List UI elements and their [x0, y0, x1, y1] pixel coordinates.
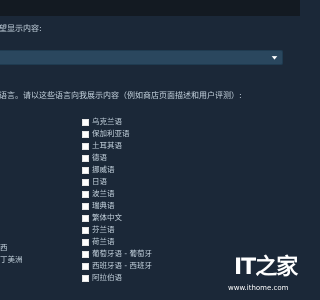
- language-checkbox[interactable]: [82, 250, 89, 258]
- language-checkbox[interactable]: [82, 274, 89, 282]
- language-option[interactable]: 波兰语: [82, 188, 115, 200]
- language-checkbox[interactable]: [82, 118, 89, 126]
- language-option[interactable]: 芬兰语: [82, 224, 115, 236]
- language-checkbox[interactable]: [82, 142, 89, 150]
- language-option[interactable]: 瑞典语: [82, 200, 115, 212]
- chevron-down-icon: [271, 56, 278, 60]
- language-label: 葡萄牙语 - 葡萄牙: [92, 249, 152, 258]
- language-label: 阿拉伯语: [92, 273, 122, 282]
- language-option[interactable]: 土耳其语: [82, 140, 122, 152]
- left-column-language-label: 西: [0, 243, 8, 252]
- language-checkbox[interactable]: [82, 130, 89, 138]
- language-checkbox[interactable]: [82, 166, 89, 174]
- watermark-url: www.ithome.com: [228, 284, 289, 292]
- language-option[interactable]: 德语: [82, 152, 107, 164]
- language-option[interactable]: 阿拉伯语: [82, 272, 122, 284]
- languages-heading: 语言。请以这些语言向我展示内容（例如商店页面描述和用户评测）:: [0, 91, 242, 100]
- language-option[interactable]: 葡萄牙语 - 葡萄牙: [82, 248, 152, 260]
- display-content-heading: 望显示内容:: [0, 24, 42, 33]
- language-label: 土耳其语: [92, 141, 122, 150]
- language-option[interactable]: 荷兰语: [82, 236, 115, 248]
- language-checkbox[interactable]: [82, 238, 89, 246]
- language-label: 芬兰语: [92, 225, 115, 234]
- language-checkbox[interactable]: [82, 154, 89, 162]
- watermark-logo: IT之家: [234, 255, 298, 280]
- language-option[interactable]: 西班牙语 - 西班牙: [82, 260, 152, 272]
- language-label: 繁体中文: [92, 213, 122, 222]
- language-option[interactable]: 繁体中文: [82, 212, 122, 224]
- language-checkbox[interactable]: [82, 202, 89, 210]
- language-option[interactable]: 乌克兰语: [82, 116, 122, 128]
- language-label: 乌克兰语: [92, 117, 122, 126]
- language-label: 日语: [92, 177, 107, 186]
- language-label: 德语: [92, 153, 107, 162]
- language-checkbox[interactable]: [82, 262, 89, 270]
- language-label: 西班牙语 - 西班牙: [92, 261, 152, 270]
- language-option[interactable]: 保加利亚语: [82, 128, 130, 140]
- language-checkbox[interactable]: [82, 178, 89, 186]
- language-checkbox[interactable]: [82, 190, 89, 198]
- language-checkbox[interactable]: [82, 226, 89, 234]
- language-option[interactable]: 挪威语: [82, 164, 115, 176]
- language-checkbox[interactable]: [82, 214, 89, 222]
- language-label: 荷兰语: [92, 237, 115, 246]
- left-column-language-label: 丁美洲: [0, 255, 23, 264]
- top-bar: [0, 0, 300, 16]
- language-label: 波兰语: [92, 189, 115, 198]
- language-label: 瑞典语: [92, 201, 115, 210]
- display-content-select[interactable]: [0, 50, 283, 65]
- watermark: IT之家 www.ithome.com: [228, 255, 298, 296]
- language-label: 保加利亚语: [92, 129, 130, 138]
- language-label: 挪威语: [92, 165, 115, 174]
- language-option[interactable]: 日语: [82, 176, 107, 188]
